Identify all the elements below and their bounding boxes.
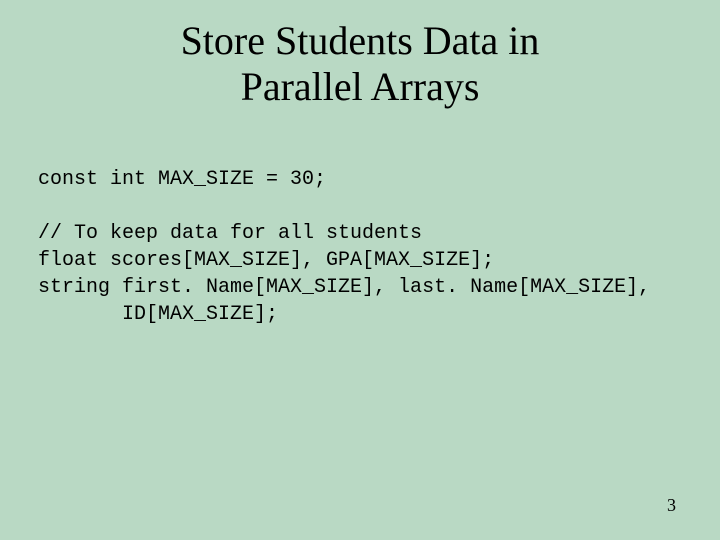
code-line: string first. Name[MAX_SIZE], last. Name… [38,276,650,299]
code-line: const int MAX_SIZE = 30; [38,168,326,191]
page-number: 3 [667,495,676,516]
slide-title: Store Students Data in Parallel Arrays [0,0,720,110]
title-line-2: Parallel Arrays [241,64,480,109]
code-line: ID[MAX_SIZE]; [38,303,278,326]
code-block: const int MAX_SIZE = 30; // To keep data… [38,166,720,328]
code-line: float scores[MAX_SIZE], GPA[MAX_SIZE]; [38,249,494,272]
title-line-1: Store Students Data in [181,18,540,63]
code-line: // To keep data for all students [38,222,422,245]
